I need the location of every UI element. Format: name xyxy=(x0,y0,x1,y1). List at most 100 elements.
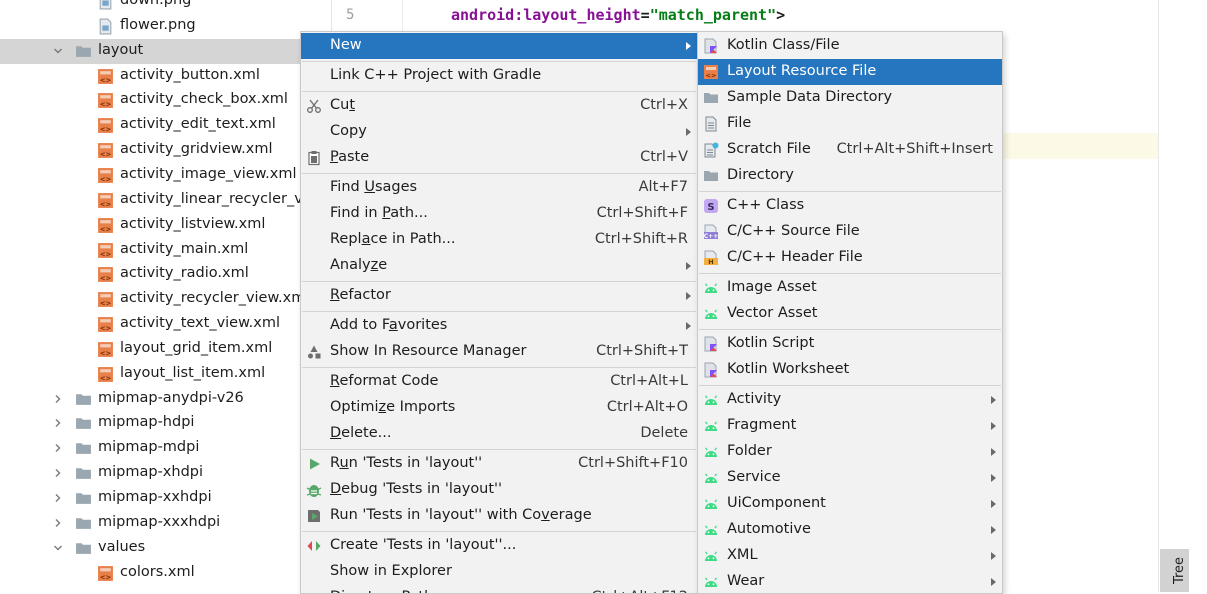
menu-item-label: Directory xyxy=(727,167,794,183)
tree-item-activity-radio-xml[interactable]: <> activity_radio.xml xyxy=(0,262,331,287)
menu-item-label: Kotlin Script xyxy=(727,335,815,351)
tree-item-activity-gridview-xml[interactable]: <> activity_gridview.xml xyxy=(0,138,331,163)
code-line[interactable]: android:layout_height="match_parent"> xyxy=(451,6,785,24)
tree-item-activity-check-box-xml[interactable]: <> activity_check_box.xml xyxy=(0,88,331,113)
tree-item-colors-xml[interactable]: <> colors.xml xyxy=(0,561,331,586)
tree-item-activity-main-xml[interactable]: <> activity_main.xml xyxy=(0,238,331,263)
tree-item-mipmap-anydpi-v26[interactable]: mipmap-anydpi-v26 xyxy=(0,387,331,412)
menu-item-new[interactable]: New xyxy=(301,33,697,59)
menu-item-add-to-favorites[interactable]: Add to Favorites xyxy=(301,313,697,339)
svg-text:<>: <> xyxy=(100,175,112,183)
menu-item-shortcut: Ctrl+Shift+F10 xyxy=(578,455,688,471)
menu-item-directory-path[interactable]: Directory PathCtrl+Alt+F12 xyxy=(301,585,697,593)
menu-item-folder[interactable]: Folder xyxy=(698,439,1002,465)
menu-item-scratch-file[interactable]: Scratch File Ctrl+Alt+Shift+Insert xyxy=(698,137,1002,163)
menu-item-file[interactable]: File xyxy=(698,111,1002,137)
chevron-down-icon[interactable] xyxy=(52,45,64,57)
menu-item-find-in-path[interactable]: Find in Path... Ctrl+Shift+F xyxy=(301,201,697,227)
menu-item-delete[interactable]: Delete... Delete xyxy=(301,421,697,447)
menu-item-directory[interactable]: Directory xyxy=(698,163,1002,189)
code-string: "match_parent" xyxy=(649,6,777,24)
tree-item-mipmap-mdpi[interactable]: mipmap-mdpi xyxy=(0,436,331,461)
android-icon xyxy=(703,418,719,434)
menu-item-c-class[interactable]: S C++ Class xyxy=(698,193,1002,219)
tree-item-layout[interactable]: layout xyxy=(0,38,331,64)
menu-item-optimize-imports[interactable]: Optimize Imports Ctrl+Alt+O xyxy=(301,395,697,421)
menu-item-replace-in-path[interactable]: Replace in Path... Ctrl+Shift+R xyxy=(301,227,697,253)
tree-item-activity-linear-recycler-view[interactable]: <> activity_linear_recycler_view xyxy=(0,188,331,213)
menu-item-uicomponent[interactable]: UiComponent xyxy=(698,491,1002,517)
svg-text:C++: C++ xyxy=(704,233,718,240)
svg-text:<>: <> xyxy=(100,324,112,332)
tree-item-mipmap-xxxhdpi[interactable]: mipmap-xxxhdpi xyxy=(0,511,331,536)
menu-item-paste[interactable]: Paste Ctrl+V xyxy=(301,145,697,171)
menu-item-kotlin-class-file[interactable]: Kotlin Class/File xyxy=(698,33,1002,59)
menu-item-find-usages[interactable]: Find Usages Alt+F7 xyxy=(301,175,697,201)
tree-item-activity-edit-text-xml[interactable]: <> activity_edit_text.xml xyxy=(0,113,331,138)
chevron-right-icon[interactable] xyxy=(52,517,64,529)
menu-item-shortcut: Ctrl+X xyxy=(640,97,688,113)
tree-item-mipmap-xxhdpi[interactable]: mipmap-xxhdpi xyxy=(0,486,331,511)
menu-separator xyxy=(302,530,696,532)
editor-scrollbar-track[interactable] xyxy=(1158,0,1159,592)
tree-item-layout-grid-item-xml[interactable]: <> layout_grid_item.xml xyxy=(0,337,331,362)
menu-item-layout-resource-file[interactable]: <> Layout Resource File xyxy=(698,59,1002,85)
tree-item-activity-image-view-xml[interactable]: <> activity_image_view.xml xyxy=(0,163,331,188)
tree-item-label: activity_listview.xml xyxy=(120,215,266,232)
menu-item-shortcut: Ctrl+V xyxy=(640,149,688,165)
menu-item-fragment[interactable]: Fragment xyxy=(698,413,1002,439)
tree-item-activity-listview-xml[interactable]: <> activity_listview.xml xyxy=(0,213,331,238)
tree-item-layout-list-item-xml[interactable]: <> layout_list_item.xml xyxy=(0,362,331,387)
menu-item-show-in-resource-manager[interactable]: Show In Resource Manager Ctrl+Shift+T xyxy=(301,339,697,365)
chevron-right-icon[interactable] xyxy=(52,442,64,454)
coverage-icon xyxy=(306,508,322,524)
xml-layout-icon: <> xyxy=(97,92,114,109)
menu-item-wear[interactable]: Wear xyxy=(698,569,1002,593)
menu-item-cut[interactable]: Cut Ctrl+X xyxy=(301,93,697,119)
tree-item-activity-recycler-view-xml[interactable]: <> activity_recycler_view.xml xyxy=(0,287,331,312)
chevron-right-icon[interactable] xyxy=(52,393,64,405)
tree-item-down-png[interactable]: down.png xyxy=(0,0,331,14)
menu-item-run-tests-in-layout-with-coverage[interactable]: Run 'Tests in 'layout'' with Coverage xyxy=(301,503,697,529)
menu-item-debug-tests-in-layout[interactable]: Debug 'Tests in 'layout'' xyxy=(301,477,697,503)
menu-item-create-tests-in-layout[interactable]: Create 'Tests in 'layout''... xyxy=(301,533,697,559)
chevron-down-icon[interactable] xyxy=(52,542,64,554)
tree-item-label: activity_gridview.xml xyxy=(120,141,273,158)
menu-item-service[interactable]: Service xyxy=(698,465,1002,491)
tool-window-tab-tree[interactable]: Tree xyxy=(1160,549,1189,592)
menu-item-xml[interactable]: XML xyxy=(698,543,1002,569)
chevron-right-icon[interactable] xyxy=(52,417,64,429)
menu-separator xyxy=(699,272,1001,274)
menu-item-c-c-source-file[interactable]: C++ C/C++ Source File xyxy=(698,219,1002,245)
menu-item-shortcut: Ctrl+Alt+O xyxy=(606,399,688,415)
tree-item-activity-button-xml[interactable]: <> activity_button.xml xyxy=(0,64,331,89)
menu-item-run-tests-in-layout[interactable]: Run 'Tests in 'layout'' Ctrl+Shift+F10 xyxy=(301,451,697,477)
menu-item-kotlin-worksheet[interactable]: Kotlin Worksheet xyxy=(698,357,1002,383)
project-tree[interactable]: down.png flower.png layout <> activity_butto… xyxy=(0,0,332,592)
chevron-right-icon[interactable] xyxy=(52,492,64,504)
menu-item-activity[interactable]: Activity xyxy=(698,387,1002,413)
cpp-header-icon: H xyxy=(703,250,719,266)
menu-item-show-in-explorer[interactable]: Show in Explorer xyxy=(301,559,697,585)
menu-item-label: Delete... xyxy=(330,425,392,441)
menu-item-analyze[interactable]: Analyze xyxy=(301,253,697,279)
menu-item-reformat-code[interactable]: Reformat Code Ctrl+Alt+L xyxy=(301,369,697,395)
menu-item-copy[interactable]: Copy xyxy=(301,119,697,145)
menu-item-image-asset[interactable]: Image Asset xyxy=(698,275,1002,301)
menu-item-sample-data-directory[interactable]: Sample Data Directory xyxy=(698,85,1002,111)
menu-item-kotlin-script[interactable]: Kotlin Script xyxy=(698,331,1002,357)
menu-item-refactor[interactable]: Refactor xyxy=(301,283,697,309)
tree-item-flower-png[interactable]: flower.png xyxy=(0,14,331,39)
menu-item-vector-asset[interactable]: Vector Asset xyxy=(698,301,1002,327)
xml-layout-icon: <> xyxy=(97,217,114,234)
submenu-arrow-icon xyxy=(991,422,996,430)
menu-item-link-c-project-with-gradle[interactable]: Link C++ Project with Gradle xyxy=(301,63,697,89)
menu-item-label: XML xyxy=(727,547,758,563)
tree-item-activity-text-view-xml[interactable]: <> activity_text_view.xml xyxy=(0,312,331,337)
tree-item-mipmap-hdpi[interactable]: mipmap-hdpi xyxy=(0,411,331,436)
tree-item-values[interactable]: values xyxy=(0,536,331,561)
chevron-right-icon[interactable] xyxy=(52,467,64,479)
menu-item-automotive[interactable]: Automotive xyxy=(698,517,1002,543)
menu-item-c-c-header-file[interactable]: H C/C++ Header File xyxy=(698,245,1002,271)
tree-item-mipmap-xhdpi[interactable]: mipmap-xhdpi xyxy=(0,461,331,486)
